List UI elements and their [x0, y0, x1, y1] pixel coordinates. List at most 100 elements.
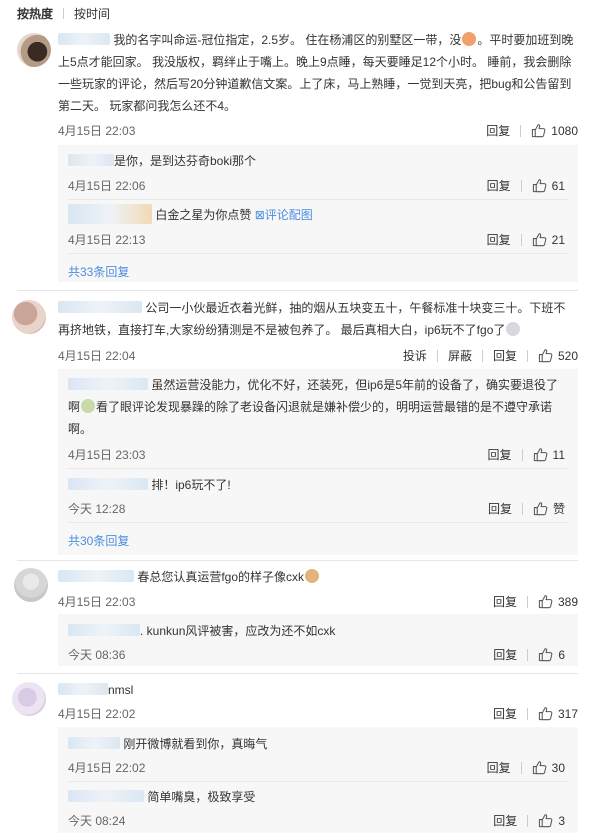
reply-body: 简单嘴臭，极致享受 — [68, 786, 255, 808]
thumbs-up-icon — [538, 647, 553, 662]
reply-button[interactable]: 回复 — [488, 446, 512, 463]
like-button[interactable]: 389 — [538, 594, 578, 609]
username-redacted[interactable] — [58, 570, 134, 582]
like-count: 6 — [558, 647, 565, 662]
thumbs-up-icon — [532, 232, 547, 247]
divider — [520, 179, 522, 192]
like-button[interactable]: 1080 — [531, 123, 578, 138]
reply-button[interactable]: 回复 — [493, 646, 517, 663]
comment-time: 4月15日 22:03 — [58, 595, 136, 609]
thumbs-up-icon — [538, 348, 553, 363]
comment-body: 公司一小伙最近衣着光鲜，抽的烟从五块变五十，午餐标准十块变三十。下班不 再挤地铁… — [58, 301, 566, 337]
like-button[interactable]: 21 — [532, 232, 565, 247]
reply-actions: 回复 3 — [493, 812, 565, 829]
comment-actions: 回复 1080 — [486, 122, 578, 139]
reply-button[interactable]: 回复 — [493, 347, 517, 364]
username-redacted[interactable] — [58, 301, 142, 313]
reply-divider — [68, 781, 568, 782]
username-redacted[interactable] — [58, 33, 110, 45]
like-button[interactable]: 30 — [532, 760, 565, 775]
like-button[interactable]: 520 — [538, 348, 578, 363]
reply-actions: 回复 赞 — [488, 500, 565, 517]
divider — [527, 814, 529, 827]
username-redacted[interactable] — [68, 204, 152, 224]
avatar[interactable] — [12, 300, 46, 334]
comment-image-link[interactable]: 评论配图 — [265, 208, 313, 222]
comment-time: 4月15日 22:03 — [58, 124, 136, 138]
reply-button[interactable]: 回复 — [493, 812, 517, 829]
comment-actions: 投诉 屏蔽 回复 520 — [403, 347, 578, 364]
more-replies-link[interactable]: 共30条回复 — [68, 532, 129, 549]
divider — [521, 448, 523, 461]
username-redacted[interactable] — [68, 790, 144, 802]
like-button[interactable]: 61 — [532, 178, 565, 193]
divider — [521, 502, 523, 515]
comment-divider — [17, 673, 578, 674]
report-button[interactable]: 投诉 — [403, 347, 427, 364]
username-redacted[interactable] — [68, 624, 140, 636]
reply-body: 刚开微博就看到你，真晦气 — [68, 733, 267, 755]
reply-button[interactable]: 回复 — [487, 231, 511, 248]
divider — [526, 349, 528, 362]
reply-divider — [68, 522, 568, 523]
like-count: 1080 — [551, 123, 578, 138]
reply-button[interactable]: 回复 — [487, 759, 511, 776]
like-button[interactable]: 6 — [538, 647, 565, 662]
like-count: 11 — [552, 447, 565, 462]
like-label: 赞 — [552, 502, 565, 516]
comment-actions: 回复 317 — [493, 705, 578, 722]
avatar[interactable] — [12, 682, 46, 716]
reply-button[interactable]: 回复 — [487, 177, 511, 194]
reply-body: . kunkun风评被害，应改为还不如cxk — [68, 620, 335, 642]
avatar[interactable] — [17, 33, 51, 67]
divider — [520, 761, 522, 774]
like-count: 61 — [551, 178, 565, 193]
tab-time[interactable]: 按时间 — [74, 4, 110, 24]
like-count: 389 — [557, 594, 578, 609]
username-redacted[interactable] — [68, 378, 148, 390]
reply-body: 虽然运营没能力，优化不好，还装死，但ip6是5年前的设备了，确实要退役了 啊看了… — [68, 378, 559, 436]
emoji-icon — [506, 322, 521, 336]
comment-actions: 回复 389 — [493, 593, 578, 610]
emoji-icon — [305, 569, 320, 583]
username-redacted[interactable] — [68, 737, 120, 749]
image-icon: ⊠ — [254, 208, 265, 222]
username-redacted[interactable] — [58, 683, 108, 695]
reply-button[interactable]: 回复 — [493, 593, 517, 610]
comment-body: 我的名字叫命运-冠位指定，2.5岁。 住在杨浦区的别墅区一带，没 。平时要加班到晚… — [58, 32, 574, 113]
comment-divider — [17, 560, 578, 561]
comment-body: 春总您认真运营fgo的样子像cxk — [58, 566, 320, 588]
avatar[interactable] — [14, 568, 48, 602]
sort-tabs: 按热度 按时间 — [17, 4, 110, 24]
reply-button[interactable]: 回复 — [486, 122, 510, 139]
like-button[interactable]: 赞 — [533, 500, 565, 517]
reply-time: 4月15日 22:13 — [68, 233, 146, 247]
reply-actions: 回复 30 — [487, 759, 565, 776]
thumbs-up-icon — [531, 123, 546, 138]
comment-time: 4月15日 22:04 — [58, 349, 136, 363]
reply-button[interactable]: 回复 — [493, 705, 517, 722]
like-count: 520 — [557, 348, 578, 363]
reply-time: 今天 12:28 — [68, 502, 126, 516]
like-count: 30 — [551, 760, 565, 775]
tab-hot[interactable]: 按热度 — [17, 4, 53, 24]
username-redacted[interactable] — [68, 478, 148, 490]
thumbs-up-icon — [532, 178, 547, 193]
reply-divider — [68, 253, 568, 254]
divider — [481, 349, 483, 362]
username-redacted[interactable] — [68, 154, 114, 166]
like-button[interactable]: 317 — [538, 706, 578, 721]
emoji-icon — [462, 32, 477, 46]
block-button[interactable]: 屏蔽 — [448, 347, 472, 364]
like-button[interactable]: 11 — [533, 447, 565, 462]
divider — [520, 124, 522, 137]
reply-actions: 回复 61 — [487, 177, 565, 194]
like-count: 317 — [557, 706, 578, 721]
reply-time: 今天 08:36 — [68, 648, 126, 662]
thumbs-up-icon — [538, 706, 553, 721]
like-button[interactable]: 3 — [538, 813, 565, 828]
reply-time: 今天 08:24 — [68, 814, 126, 828]
more-replies-link[interactable]: 共33条回复 — [68, 263, 129, 280]
reply-divider — [68, 468, 568, 469]
reply-button[interactable]: 回复 — [488, 500, 512, 517]
